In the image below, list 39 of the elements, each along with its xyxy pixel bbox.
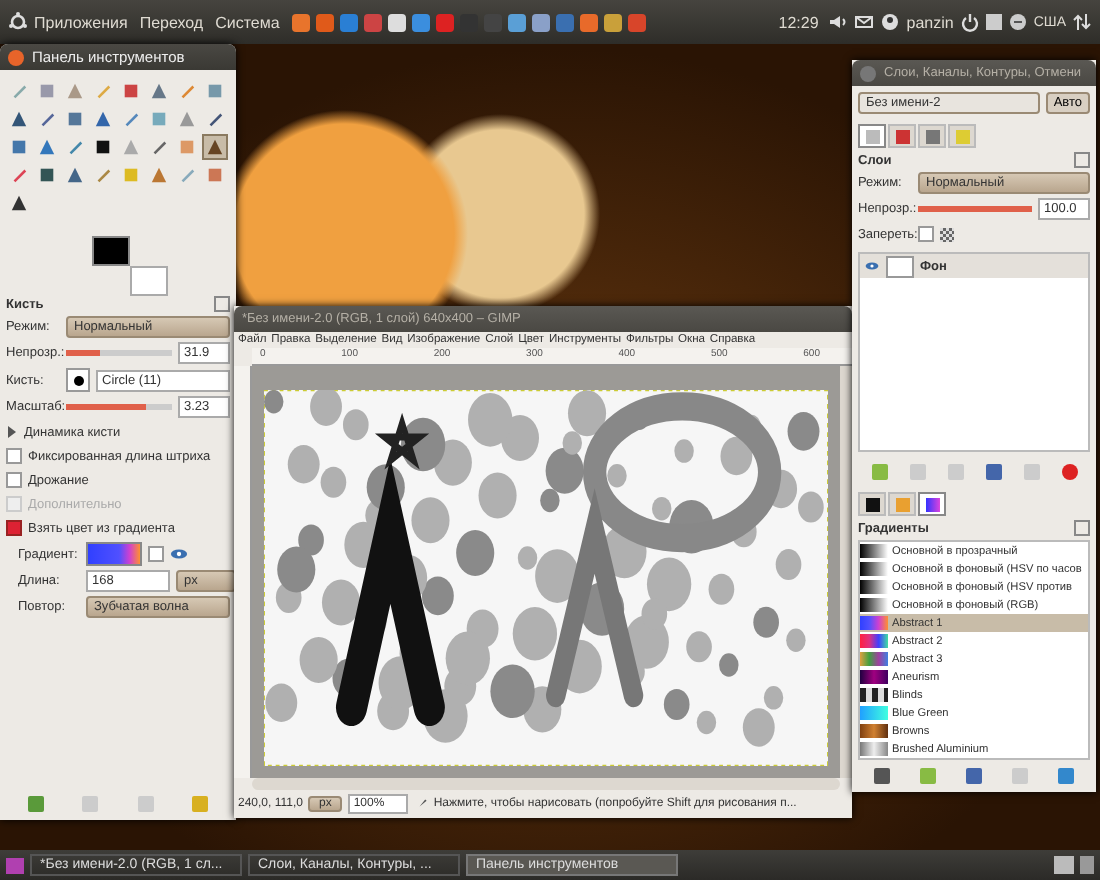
- user-icon[interactable]: [880, 12, 901, 32]
- reverse-checkbox[interactable]: [148, 546, 164, 562]
- scale-slider[interactable]: [66, 404, 172, 410]
- checkbox[interactable]: [6, 520, 22, 536]
- configure-icon[interactable]: [214, 296, 230, 312]
- opacity-slider[interactable]: [918, 206, 1032, 212]
- clock[interactable]: 12:29: [778, 13, 819, 31]
- dock-tab[interactable]: [918, 492, 946, 516]
- checkbox[interactable]: [6, 448, 22, 464]
- gradient-preview[interactable]: [86, 542, 142, 566]
- foreground-color-swatch[interactable]: [92, 236, 130, 266]
- checkbox[interactable]: [6, 472, 22, 488]
- lock-checkbox[interactable]: [918, 226, 934, 242]
- canvas-drawing[interactable]: [264, 390, 828, 766]
- logo-icon[interactable]: [8, 12, 28, 32]
- panel-menu[interactable]: Приложения: [34, 13, 128, 31]
- expander-icon[interactable]: [6, 426, 18, 438]
- checkerboard-icon: [940, 227, 954, 241]
- brush-preview[interactable]: [66, 368, 90, 392]
- mail-icon[interactable]: [854, 12, 875, 32]
- close-icon[interactable]: [860, 65, 876, 81]
- eye-icon[interactable]: [170, 548, 188, 560]
- panel-menu[interactable]: Переход: [139, 13, 204, 31]
- visibility-eye-icon[interactable]: [864, 260, 880, 272]
- background-color-swatch[interactable]: [130, 266, 168, 296]
- opacity-slider[interactable]: [66, 350, 172, 356]
- vertical-scrollbar[interactable]: [840, 366, 852, 778]
- transfer-arrows-icon[interactable]: [1072, 12, 1092, 32]
- workspace-switcher[interactable]: [1054, 856, 1074, 874]
- power-icon[interactable]: [959, 12, 980, 32]
- panel-menu[interactable]: Система: [215, 13, 280, 31]
- show-desktop-icon[interactable]: [6, 857, 24, 873]
- volume-icon[interactable]: [828, 12, 849, 32]
- configure-icon[interactable]: [1074, 152, 1090, 168]
- dock-tab[interactable]: [858, 492, 886, 516]
- horizontal-scrollbar[interactable]: [252, 778, 840, 790]
- close-icon[interactable]: [8, 49, 24, 65]
- configure-icon[interactable]: [1074, 520, 1090, 536]
- user-name[interactable]: panzin: [906, 13, 954, 31]
